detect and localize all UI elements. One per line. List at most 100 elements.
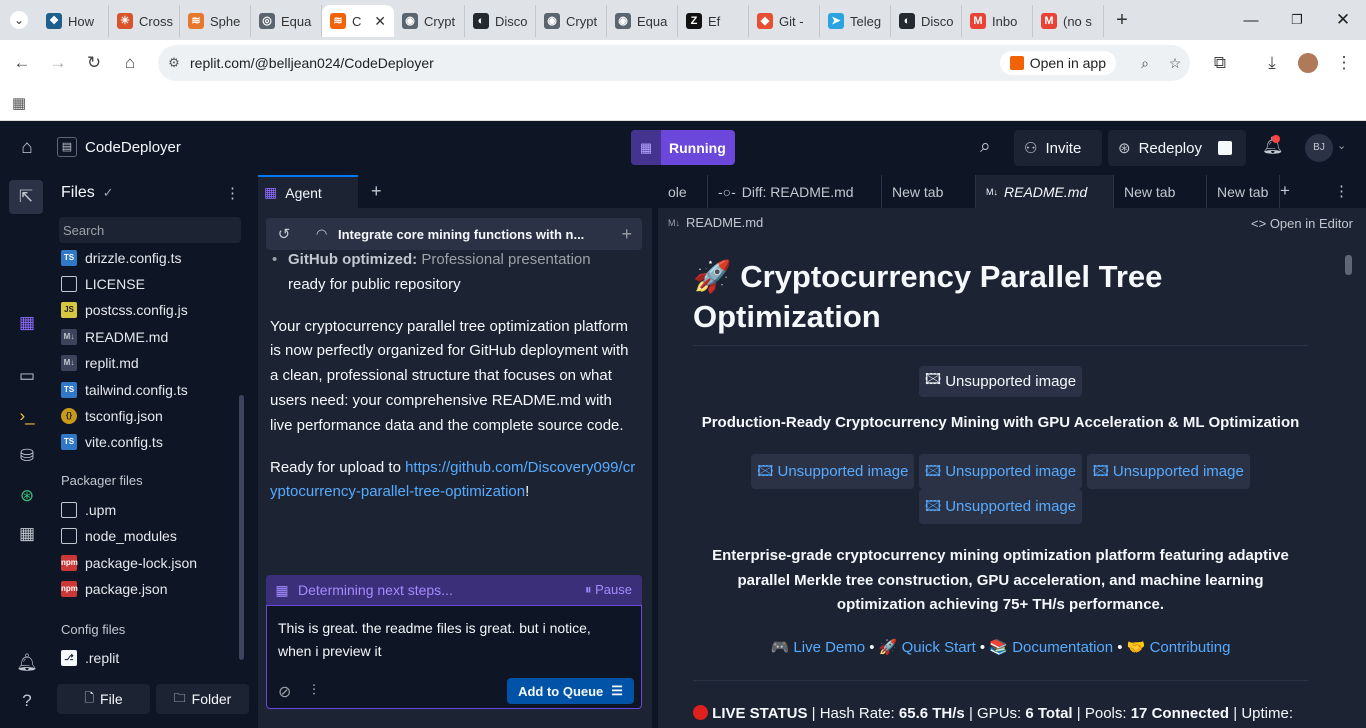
readme-link[interactable]: Quick Start <box>902 639 976 656</box>
new-task-button[interactable]: + <box>621 224 632 245</box>
minimize-button[interactable]: — <box>1228 12 1274 29</box>
browser-tab[interactable]: ◉ Crypt <box>536 5 607 37</box>
back-button[interactable]: ← <box>4 45 40 81</box>
scrollbar[interactable] <box>239 395 244 660</box>
file-tree-item[interactable]: LICENSE <box>61 271 145 296</box>
preview-icon[interactable]: ▭ <box>14 363 40 389</box>
zoom-icon[interactable]: ⌕ <box>1130 55 1160 72</box>
deployments-icon[interactable]: ⊛ <box>14 483 40 509</box>
viewer-tab[interactable]: M↓ README.md <box>976 175 1114 208</box>
search-icon[interactable]: ⌕ <box>980 136 991 158</box>
home-button[interactable]: ⌂ <box>112 45 148 81</box>
browser-tab[interactable]: ◉ Equa <box>607 5 678 37</box>
browser-tab[interactable]: ◉ Crypt <box>394 5 465 37</box>
browser-tab[interactable]: ◐ Disco <box>465 5 536 37</box>
badge-image[interactable]: 🖾︎ Unsupported image <box>918 454 1083 489</box>
browser-tab[interactable]: ◐ Disco <box>891 5 962 37</box>
browser-tab[interactable]: ❖ How <box>38 5 109 37</box>
viewer-tab[interactable]: New tab <box>1207 175 1280 208</box>
browser-tab[interactable]: ≋ Sphe <box>180 5 251 37</box>
viewer-menu-icon[interactable]: ⋮ <box>1334 182 1349 200</box>
files-toggle-icon[interactable]: ⇱ <box>9 180 43 214</box>
address-bar[interactable]: ⚙ replit.com/@belljean024/CodeDeployer O… <box>158 45 1190 81</box>
settings-sliders-icon[interactable]: ⫶ <box>312 682 316 699</box>
viewer-tab-label: New tab <box>1217 183 1269 200</box>
add-to-queue-button[interactable]: Add to Queue ☰ <box>507 678 634 704</box>
browser-tab[interactable]: ➤ Teleg <box>820 5 891 37</box>
badge-image[interactable]: 🖾︎ Unsupported image <box>751 454 915 489</box>
browser-tab[interactable]: ≋ C ✕ <box>322 5 394 37</box>
file-tree-item[interactable]: node_modules <box>61 524 177 549</box>
viewer-tab[interactable]: New tab <box>1114 175 1207 208</box>
file-tree-item[interactable]: TS tailwind.config.ts <box>61 377 188 402</box>
agent-icon[interactable]: ▦ <box>14 310 40 336</box>
tab-agent[interactable]: ▦ Agent <box>258 175 358 208</box>
add-tab-button[interactable]: + <box>371 181 382 202</box>
viewer-scrollbar[interactable] <box>1345 255 1352 275</box>
file-tree-item[interactable]: JS postcss.config.js <box>61 298 188 323</box>
url-text[interactable]: replit.com/@belljean024/CodeDeployer <box>190 55 1000 71</box>
history-icon[interactable]: ↺ <box>266 225 302 243</box>
browser-tab[interactable]: ◆ Git - <box>749 5 820 37</box>
browser-tab[interactable]: ✳ Cross <box>109 5 180 37</box>
download-icon[interactable]: ⤓ <box>1254 45 1290 81</box>
new-tab-button[interactable]: + <box>1110 9 1134 32</box>
badge-image[interactable]: 🖾︎ Unsupported image <box>918 489 1083 524</box>
browser-tab[interactable]: M (no s <box>1033 5 1104 37</box>
badge-image[interactable]: 🖾︎ Unsupported image <box>1086 454 1250 489</box>
files-search-input[interactable]: Search <box>59 217 241 243</box>
bookmark-star-icon[interactable]: ☆ <box>1160 55 1190 72</box>
file-tree-item[interactable]: ⎇ .replit <box>61 645 119 670</box>
extensions-icon[interactable]: ⧉ <box>1202 45 1238 81</box>
task-bar[interactable]: ↺ ◠ Integrate core mining functions with… <box>266 218 642 250</box>
alert-bell-icon[interactable]: 🔔︎ <box>14 650 40 676</box>
files-menu-icon[interactable]: ⋮ <box>225 184 240 202</box>
kebab-menu-icon[interactable]: ⋮ <box>1326 45 1362 81</box>
chat-input[interactable]: This is great. the readme files is great… <box>266 605 642 709</box>
reload-button[interactable]: ↻ <box>76 45 112 81</box>
redeploy-button[interactable]: ⊛ Redeploy <box>1108 130 1246 166</box>
browser-tab[interactable]: Z Ef <box>678 5 749 37</box>
forward-button[interactable]: → <box>40 45 76 81</box>
file-tree-item[interactable]: npm package.json <box>61 577 168 602</box>
new-folder-button[interactable]: 🗀︎ Folder <box>156 684 249 714</box>
viewer-tab[interactable]: ole <box>658 175 708 208</box>
tab-search-button[interactable]: ⌄ <box>0 2 38 38</box>
open-in-editor-button[interactable]: <> Open in Editor <box>1251 216 1353 231</box>
file-tree-item[interactable]: {} tsconfig.json <box>61 403 163 428</box>
file-tree-item[interactable]: M↓ replit.md <box>61 351 139 376</box>
file-tree-item[interactable]: npm package-lock.json <box>61 550 197 575</box>
browser-tab[interactable]: M Inbo <box>962 5 1033 37</box>
viewer-add-tab-button[interactable]: + <box>1280 181 1290 201</box>
shell-icon[interactable]: ›_ <box>14 403 40 429</box>
readme-link[interactable]: Live Demo <box>793 639 865 656</box>
attach-icon[interactable]: ⊘ <box>278 682 291 702</box>
all-tools-icon[interactable]: ▦ <box>14 521 40 547</box>
database-icon[interactable]: ⛁ <box>14 443 40 469</box>
apps-grid-icon[interactable]: ▦ <box>12 94 26 112</box>
close-tab-icon[interactable]: ✕ <box>374 13 386 30</box>
site-settings-icon[interactable]: ⚙ <box>158 55 190 71</box>
readme-link[interactable]: Contributing <box>1150 639 1231 656</box>
invite-button[interactable]: ⚇ Invite <box>1014 130 1102 166</box>
avatar[interactable]: BJ <box>1305 134 1333 162</box>
viewer-tab[interactable]: New tab <box>882 175 976 208</box>
profile-avatar[interactable] <box>1290 45 1326 81</box>
home-icon[interactable]: ⌂ <box>16 137 38 159</box>
file-tree-item[interactable]: TS vite.config.ts <box>61 430 163 455</box>
close-window-button[interactable]: ✕ <box>1320 10 1366 30</box>
chevron-down-icon[interactable]: ⌄ <box>1337 139 1346 152</box>
viewer-tab[interactable]: -○- Diff: README.md <box>708 175 882 208</box>
open-in-app-button[interactable]: Open in app <box>999 51 1116 75</box>
pause-button[interactable]: ⏸︎ Pause <box>585 582 632 598</box>
file-tree-item[interactable]: .upm <box>61 497 116 522</box>
help-icon[interactable]: ? <box>14 688 40 714</box>
new-file-button[interactable]: 🗋︎ File <box>57 684 150 714</box>
project-name[interactable]: CodeDeployer <box>85 139 181 156</box>
restore-button[interactable]: ❐ <box>1274 12 1320 28</box>
file-tree-item[interactable]: TS drizzle.config.ts <box>61 245 181 270</box>
run-button[interactable]: ▦ Running <box>631 130 735 165</box>
browser-tab[interactable]: ◎ Equa <box>251 5 322 37</box>
file-tree-item[interactable]: M↓ README.md <box>61 324 168 349</box>
readme-link[interactable]: Documentation <box>1012 639 1113 656</box>
